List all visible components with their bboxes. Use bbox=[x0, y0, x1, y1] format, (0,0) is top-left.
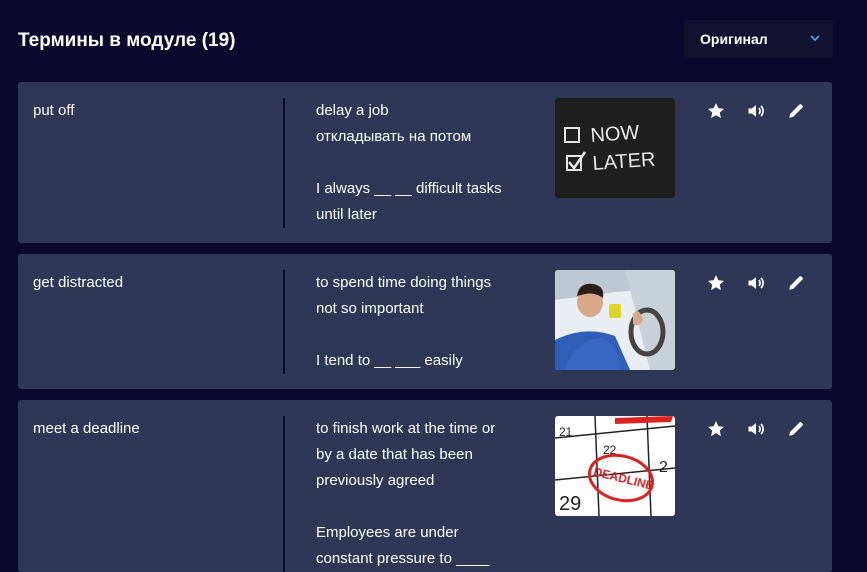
example-line: Employees are under bbox=[316, 524, 459, 541]
definition-text: delay a job откладывать на потом I alway… bbox=[316, 98, 531, 228]
definition-line: previously agreed bbox=[316, 472, 435, 489]
pencil-icon bbox=[789, 104, 803, 118]
example-line: I always __ __ difficult tasks bbox=[316, 180, 502, 197]
image-text-2: 2 bbox=[659, 459, 668, 476]
star-icon bbox=[708, 421, 724, 437]
term-card: put off delay a job откладывать на потом… bbox=[18, 82, 832, 243]
definition-text: to finish work at the time or by a date … bbox=[316, 416, 531, 572]
star-icon bbox=[708, 103, 724, 119]
example-line: until later bbox=[316, 206, 377, 223]
example-line: I tend to __ ___ easily bbox=[316, 352, 463, 369]
pencil-icon bbox=[789, 276, 803, 290]
speaker-icon bbox=[748, 105, 764, 117]
definition-line: not so important bbox=[316, 300, 424, 317]
definition-line: to finish work at the time or bbox=[316, 420, 496, 437]
edit-button[interactable] bbox=[784, 99, 808, 123]
image-text-21: 21 bbox=[559, 425, 573, 439]
definition-line: by a date that has been bbox=[316, 446, 473, 463]
term-image[interactable] bbox=[555, 270, 675, 370]
card-divider bbox=[283, 416, 285, 572]
card-actions bbox=[704, 416, 808, 442]
card-divider bbox=[283, 270, 285, 374]
speaker-icon bbox=[748, 423, 764, 435]
image-text-29: 29 bbox=[559, 493, 581, 515]
chevron-down-icon bbox=[810, 35, 820, 42]
term-card: get distracted to spend time doing thing… bbox=[18, 254, 832, 389]
star-icon bbox=[708, 275, 724, 291]
audio-button[interactable] bbox=[744, 417, 768, 441]
page-title: Термины в модуле (19) bbox=[18, 30, 236, 51]
edit-button[interactable] bbox=[784, 417, 808, 441]
star-button[interactable] bbox=[704, 99, 728, 123]
example-line: constant pressure to ____ bbox=[316, 550, 490, 567]
sort-select[interactable]: Оригинал bbox=[684, 20, 833, 58]
edit-button[interactable] bbox=[784, 271, 808, 295]
terms-header: Термины в модуле (19) Оригинал bbox=[18, 20, 833, 58]
sort-select-value: Оригинал bbox=[700, 31, 768, 47]
term-text: put off bbox=[33, 102, 75, 119]
term-image[interactable]: 21 22 29 2 DEADLINE bbox=[555, 416, 675, 516]
term-text: get distracted bbox=[33, 274, 124, 291]
image-text-now: NOW bbox=[590, 122, 640, 147]
definition-line: to spend time doing things bbox=[316, 274, 492, 291]
term-text: meet a deadline bbox=[33, 420, 140, 437]
term-card: meet a deadline to finish work at the ti… bbox=[18, 400, 832, 572]
translation-line: откладывать на потом bbox=[316, 128, 472, 145]
audio-button[interactable] bbox=[744, 99, 768, 123]
card-actions bbox=[704, 98, 808, 124]
star-button[interactable] bbox=[704, 417, 728, 441]
audio-button[interactable] bbox=[744, 271, 768, 295]
definition-line: delay a job bbox=[316, 102, 389, 119]
card-divider bbox=[283, 98, 285, 228]
speaker-icon bbox=[748, 277, 764, 289]
definition-text: to spend time doing things not so import… bbox=[316, 270, 531, 374]
card-actions bbox=[704, 270, 808, 296]
image-text-later: LATER bbox=[592, 149, 656, 175]
pencil-icon bbox=[789, 422, 803, 436]
term-image[interactable]: NOW LATER bbox=[555, 98, 675, 198]
star-button[interactable] bbox=[704, 271, 728, 295]
